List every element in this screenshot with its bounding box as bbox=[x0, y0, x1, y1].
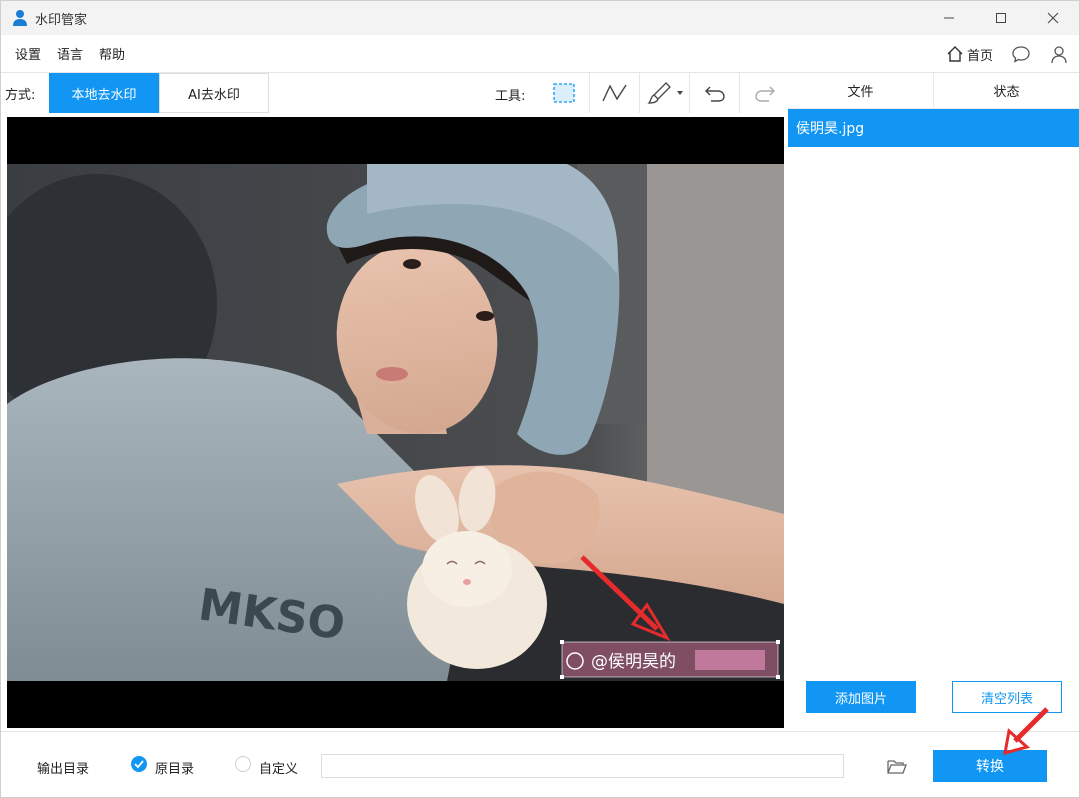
original-dir-label[interactable]: 原目录 bbox=[155, 758, 194, 777]
image-preview[interactable]: MKSO @侯明昊的 bbox=[7, 117, 784, 728]
menu-language[interactable]: 语言 bbox=[57, 44, 83, 63]
original-dir-radio[interactable] bbox=[131, 756, 147, 772]
undo-icon bbox=[704, 86, 725, 102]
mode-label: 方式: bbox=[5, 87, 36, 103]
close-icon bbox=[1047, 12, 1059, 24]
maximize-button[interactable] bbox=[975, 1, 1027, 35]
menu-right-group: 首页 bbox=[946, 35, 1069, 73]
output-dir-label: 输出目录 bbox=[37, 762, 90, 777]
menu-help[interactable]: 帮助 bbox=[99, 44, 125, 63]
redo-button[interactable] bbox=[739, 73, 789, 113]
menu-settings[interactable]: 设置 bbox=[15, 44, 41, 63]
file-list-item[interactable]: 侯明昊.jpg bbox=[788, 109, 1079, 147]
tab-ai-watermark-removal[interactable]: AI去水印 bbox=[159, 73, 269, 113]
output-bar: 输出目录 原目录 自定义 转换 bbox=[1, 731, 1079, 797]
output-path-input[interactable] bbox=[321, 754, 844, 778]
folder-open-icon bbox=[887, 760, 907, 774]
app-logo-icon bbox=[13, 10, 27, 26]
watermark-text: @侯明昊的 bbox=[591, 652, 676, 672]
browse-folder-button[interactable] bbox=[885, 754, 909, 778]
file-list: 侯明昊.jpg bbox=[788, 109, 1079, 669]
file-column-header: 文件 bbox=[847, 85, 874, 100]
tool-bar: 方式: 本地去水印 AI去水印 工具: bbox=[1, 73, 787, 113]
user-icon[interactable] bbox=[1049, 44, 1069, 64]
home-icon bbox=[947, 46, 963, 62]
menu-bar: 设置 语言 帮助 首页 bbox=[1, 35, 1079, 73]
chat-icon[interactable] bbox=[1011, 44, 1031, 64]
brush-tool[interactable] bbox=[639, 73, 689, 113]
add-image-button[interactable]: 添加图片 bbox=[806, 681, 916, 713]
window-controls bbox=[923, 1, 1079, 35]
custom-dir-radio[interactable] bbox=[235, 756, 251, 772]
photo-image: MKSO @侯明昊的 bbox=[7, 164, 784, 681]
polyline-tool[interactable] bbox=[589, 73, 639, 113]
close-button[interactable] bbox=[1027, 1, 1079, 35]
minimize-icon bbox=[944, 17, 954, 19]
file-name: 侯明昊.jpg bbox=[796, 121, 865, 137]
tab-local-watermark-removal[interactable]: 本地去水印 bbox=[49, 73, 159, 113]
rect-select-tool[interactable] bbox=[539, 73, 589, 113]
redo-icon bbox=[754, 86, 775, 102]
custom-dir-label[interactable]: 自定义 bbox=[259, 758, 298, 777]
rect-select-icon bbox=[553, 83, 575, 103]
minimize-button[interactable] bbox=[923, 1, 975, 35]
home-label: 首页 bbox=[966, 48, 993, 64]
app-window: 水印管家 设置 语言 帮助 首页 方式: 本地去水印 AI去水印 工具: 文件 … bbox=[0, 0, 1080, 798]
check-icon bbox=[134, 760, 144, 769]
status-column-header: 状态 bbox=[933, 73, 1079, 108]
polyline-icon bbox=[601, 84, 627, 102]
annotation-arrow-icon bbox=[1003, 707, 1049, 756]
home-link[interactable]: 首页 bbox=[946, 45, 993, 64]
window-title: 水印管家 bbox=[35, 12, 88, 28]
tools-label: 工具: bbox=[495, 89, 526, 104]
title-bar: 水印管家 bbox=[1, 1, 1079, 35]
maximize-icon bbox=[996, 13, 1006, 23]
brush-icon bbox=[646, 82, 683, 104]
file-list-header: 文件 状态 bbox=[788, 73, 1079, 109]
undo-button[interactable] bbox=[689, 73, 739, 113]
